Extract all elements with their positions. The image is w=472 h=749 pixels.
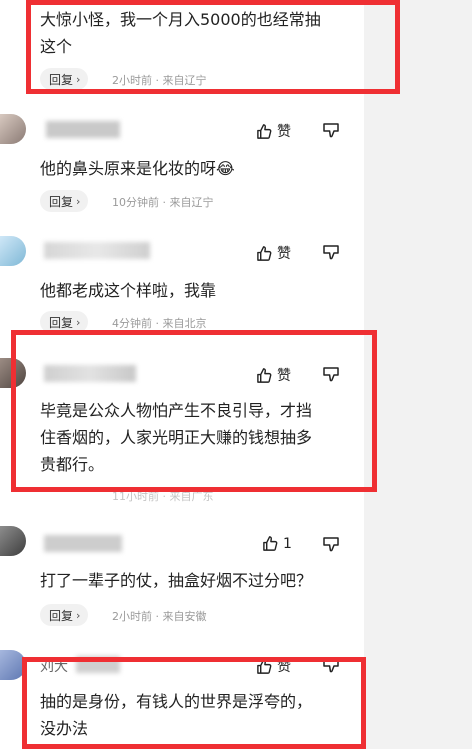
comment-meta: 2小时前 · 来自安徽	[112, 610, 207, 623]
thumbs-up-icon	[257, 245, 272, 261]
chevron-right-icon: ›	[76, 608, 81, 622]
comment-line: 贵都行。	[40, 455, 105, 474]
avatar[interactable]	[0, 526, 26, 556]
username[interactable]: 刘大	[40, 656, 68, 676]
username-blurred[interactable]	[44, 365, 136, 382]
background-strip	[364, 0, 472, 749]
avatar[interactable]	[0, 114, 26, 144]
thumbs-down-icon	[323, 537, 339, 552]
avatar[interactable]	[0, 358, 26, 388]
thumbs-down-icon	[323, 658, 339, 673]
dislike-button[interactable]	[322, 244, 340, 265]
comment-list: 大惊小怪，我一个月入5000的也经常抽 这个 回复 › 2小时前 · 来自辽宁 赞…	[0, 0, 364, 749]
thumbs-up-icon	[263, 536, 278, 551]
dislike-button[interactable]	[322, 657, 340, 678]
thumbs-down-icon	[323, 245, 339, 260]
comment-meta: 11小时前 · 来自广东	[112, 490, 214, 503]
thumbs-up-icon	[257, 123, 272, 139]
thumbs-up-icon	[257, 367, 272, 383]
like-button[interactable]: 赞	[256, 243, 291, 263]
username-blurred[interactable]	[44, 535, 122, 552]
avatar[interactable]	[0, 236, 26, 266]
comment-meta: 2小时前 · 来自辽宁	[112, 74, 207, 87]
like-button[interactable]: 赞	[256, 656, 291, 676]
like-button[interactable]: 赞	[256, 121, 291, 141]
username-blurred[interactable]	[46, 121, 120, 138]
dislike-button[interactable]	[322, 366, 340, 387]
comment-line: 毕竟是公众人物怕产生不良引导，才挡	[40, 401, 313, 420]
comment-meta: 4分钟前 · 来自北京	[112, 317, 207, 330]
comment-meta: 10分钟前 · 来自辽宁	[112, 196, 214, 209]
reply-button[interactable]: 回复 ›	[40, 604, 89, 626]
like-button[interactable]: 1	[262, 535, 292, 552]
avatar[interactable]	[0, 650, 26, 680]
reply-button[interactable]: 回复 ›	[40, 68, 89, 90]
comment-line: 住香烟的，人家光明正大赚的钱想抽多	[40, 428, 313, 447]
username-blurred[interactable]	[76, 656, 120, 673]
comment-text: 抽的是身份，有钱人的世界是浮夸的， 没办法	[40, 688, 360, 742]
comment-text: 他都老成这个样啦，我靠	[40, 281, 217, 300]
dislike-button[interactable]	[322, 536, 340, 557]
comment-text: 大惊小怪，我一个月入5000的也经常抽 这个	[40, 6, 360, 60]
comment-text: 毕竟是公众人物怕产生不良引导，才挡 住香烟的，人家光明正大赚的钱想抽多 贵都行。	[40, 397, 360, 478]
chevron-right-icon: ›	[76, 72, 81, 86]
comment-line: 大惊小怪，我一个月入5000的也经常抽	[40, 10, 321, 29]
comment-line: 这个	[40, 37, 73, 56]
username-blurred[interactable]	[44, 242, 150, 259]
thumbs-down-icon	[323, 123, 339, 138]
like-button[interactable]: 赞	[256, 365, 291, 385]
comment-line: 抽的是身份，有钱人的世界是浮夸的，	[40, 692, 313, 711]
comment-line: 没办法	[40, 719, 89, 738]
thumbs-up-icon	[257, 658, 272, 674]
chevron-right-icon: ›	[76, 315, 81, 329]
comment-text: 他的鼻头原来是化妆的呀😂	[40, 159, 235, 178]
thumbs-down-icon	[323, 367, 339, 382]
comment-text: 打了一辈子的仗，抽盒好烟不过分吧？	[40, 571, 313, 590]
reply-button[interactable]: 回复 ›	[40, 311, 89, 333]
dislike-button[interactable]	[322, 122, 340, 143]
chevron-right-icon: ›	[76, 194, 81, 208]
laughing-emoji: 😂	[216, 159, 235, 178]
reply-button[interactable]: 回复 ›	[40, 190, 89, 212]
